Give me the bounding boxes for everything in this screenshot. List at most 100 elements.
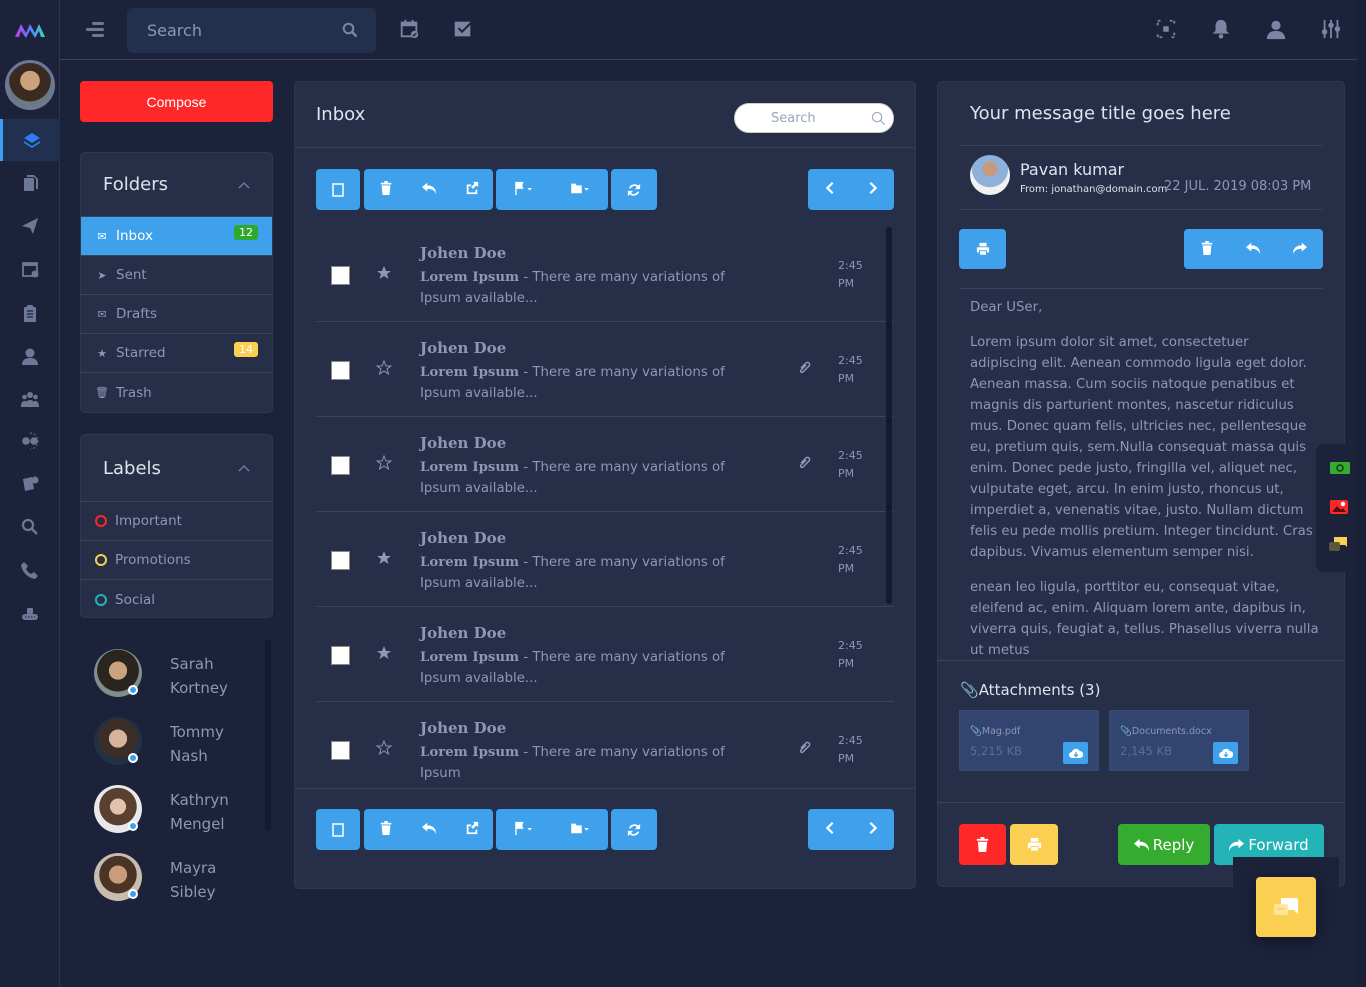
folder-item-drafts[interactable]: ✉ Drafts	[81, 295, 272, 334]
image-icon[interactable]	[1330, 500, 1348, 514]
next-page-button[interactable]	[866, 180, 880, 199]
reply-button[interactable]	[421, 180, 436, 199]
bell-icon[interactable]	[1210, 18, 1234, 42]
mail-row[interactable]: Johen Doe Lorem Ipsum - There are many va…	[316, 227, 894, 322]
folder-dropdown[interactable]	[568, 180, 592, 199]
folders-header[interactable]: Folders	[81, 153, 272, 217]
label-item-promotions[interactable]: Promotions	[81, 541, 272, 580]
contacts-scrollbar[interactable]	[265, 639, 271, 831]
rail-item-phone[interactable]	[0, 549, 60, 591]
top-search-input[interactable]: Search	[127, 8, 376, 53]
mail-checkbox[interactable]	[331, 646, 350, 665]
download-button[interactable]	[1213, 742, 1238, 764]
rail-item-invoice[interactable]	[0, 463, 60, 505]
delete-button[interactable]	[379, 180, 393, 199]
labels-header[interactable]: Labels	[81, 435, 272, 502]
delete-message-button[interactable]	[959, 824, 1006, 865]
mail-row[interactable]: Johen Doe Lorem Ipsum - There are many va…	[316, 322, 894, 417]
rail-item-layers[interactable]	[0, 119, 60, 161]
chat-icon[interactable]	[1328, 537, 1348, 553]
reply-message-button[interactable]: Reply	[1118, 824, 1210, 865]
reply-button[interactable]	[1246, 240, 1261, 259]
prev-page-button[interactable]	[823, 180, 837, 199]
user-icon[interactable]	[1265, 18, 1289, 42]
share-button[interactable]	[465, 820, 479, 839]
star-outline-icon[interactable]	[376, 740, 392, 756]
rail-item-clipboard-list[interactable]	[0, 292, 60, 334]
share-button[interactable]	[465, 180, 479, 199]
mail-row[interactable]: Johen Doe Lorem Ipsum - There are many va…	[316, 702, 894, 797]
rail-item-send[interactable]	[0, 205, 60, 247]
mail-list-scrollbar[interactable]	[886, 227, 892, 604]
refresh-button[interactable]	[611, 809, 657, 850]
reply-button[interactable]	[421, 820, 436, 839]
refresh-button[interactable]	[611, 169, 657, 210]
download-button[interactable]	[1063, 742, 1088, 764]
select-all-button[interactable]	[316, 169, 360, 210]
contact-item[interactable]: Sarah Kortney	[94, 649, 254, 699]
contact-item[interactable]: Tommy Nash	[94, 717, 254, 767]
folder-item-inbox[interactable]: ✉ Inbox 12	[81, 217, 272, 256]
rail-item-copy[interactable]	[0, 162, 60, 204]
contact-item[interactable]: Mayra Sibley	[94, 853, 254, 903]
mail-checkbox[interactable]	[331, 361, 350, 380]
inbox-search-input[interactable]: Search	[734, 103, 894, 133]
folder-icon	[571, 183, 589, 194]
page-scrollbar[interactable]	[1357, 0, 1366, 987]
folder-item-trash[interactable]: 🗑 Trash	[81, 373, 272, 412]
star-filled-icon[interactable]	[376, 265, 392, 281]
attachment-card[interactable]: 📎Documents.docx 2,145 KB	[1109, 710, 1249, 771]
flag-dropdown[interactable]	[512, 180, 536, 199]
rail-item-calendar[interactable]	[0, 248, 60, 290]
user-avatar[interactable]	[5, 60, 55, 110]
compose-button[interactable]: Compose	[80, 81, 273, 122]
mail-checkbox[interactable]	[331, 266, 350, 285]
mail-row[interactable]: Johen Doe Lorem Ipsum - There are many va…	[316, 512, 894, 607]
mail-row[interactable]: Johen Doe Lorem Ipsum - There are many va…	[316, 607, 894, 702]
rail-item-users[interactable]	[0, 378, 60, 420]
trash-icon	[380, 181, 391, 195]
folders-panel: Folders ✉ Inbox 12 ➤ Sent ✉ Drafts ★ Starred 14 🗑 T…	[80, 152, 273, 413]
attachment-card[interactable]: 📎Mag.pdf 5,215 KB	[959, 710, 1099, 771]
print-message-button[interactable]	[1010, 824, 1058, 865]
search-icon[interactable]	[342, 22, 358, 38]
folder-item-sent[interactable]: ➤ Sent	[81, 256, 272, 295]
mail-checkbox[interactable]	[331, 551, 350, 570]
flag-dropdown[interactable]	[512, 820, 536, 839]
print-button[interactable]	[959, 229, 1006, 269]
mail-checkbox[interactable]	[331, 456, 350, 475]
sliders-icon[interactable]	[1320, 18, 1344, 42]
folder-dropdown[interactable]	[568, 820, 592, 839]
search-icon[interactable]	[871, 111, 886, 126]
money-icon[interactable]	[1330, 462, 1350, 474]
rail-item-exchange[interactable]	[0, 420, 60, 462]
select-all-button[interactable]	[316, 809, 360, 850]
star-filled-icon[interactable]	[376, 645, 392, 661]
label-item-social[interactable]: Social	[81, 580, 272, 619]
delete-button[interactable]	[1200, 240, 1214, 259]
mail-time: 2:45 PM	[838, 544, 863, 575]
contact-item[interactable]: Kathryn Mengel	[94, 785, 254, 835]
label-item-important[interactable]: Important	[81, 502, 272, 541]
rail-item-user[interactable]	[0, 335, 60, 377]
menu-icon[interactable]	[86, 22, 104, 38]
mail-checkbox[interactable]	[331, 741, 350, 760]
logo[interactable]	[14, 20, 46, 40]
chevron-up-icon[interactable]	[238, 464, 250, 472]
calendar-check-icon[interactable]	[398, 18, 422, 42]
mail-row[interactable]: Johen Doe Lorem Ipsum - There are many va…	[316, 417, 894, 512]
delete-button[interactable]	[379, 820, 393, 839]
chevron-up-icon[interactable]	[238, 181, 250, 189]
rail-item-lock[interactable]	[0, 592, 60, 634]
next-page-button[interactable]	[866, 820, 880, 839]
check-square-icon[interactable]	[452, 18, 476, 42]
star-filled-icon[interactable]	[376, 550, 392, 566]
folder-item-starred[interactable]: ★ Starred 14	[81, 334, 272, 373]
chat-button[interactable]	[1256, 877, 1316, 937]
star-outline-icon[interactable]	[376, 455, 392, 471]
prev-page-button[interactable]	[823, 820, 837, 839]
star-outline-icon[interactable]	[376, 360, 392, 376]
rail-item-search[interactable]	[0, 506, 60, 548]
fullscreen-icon[interactable]	[1155, 18, 1179, 42]
forward-button[interactable]	[1292, 240, 1307, 259]
